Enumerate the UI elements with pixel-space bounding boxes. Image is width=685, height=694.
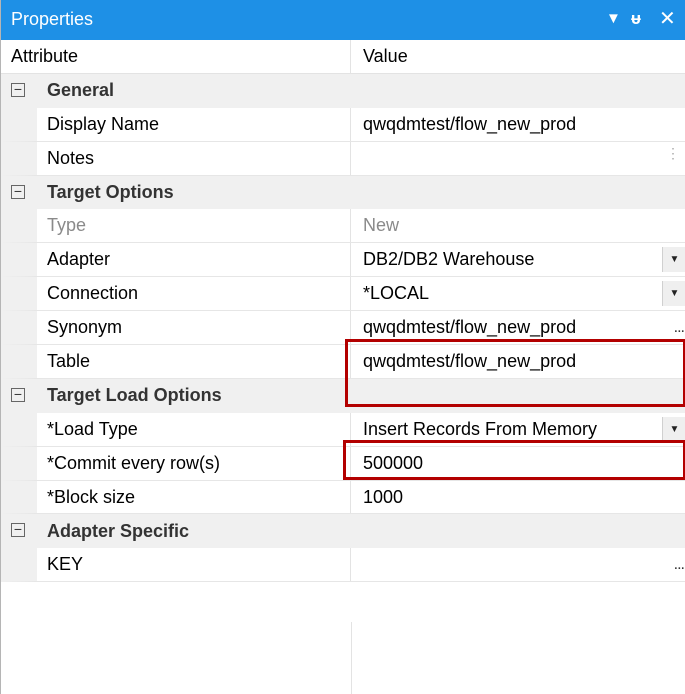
property-row-adapter[interactable]: Adapter DB2/DB2 Warehouse ▼ [1,243,685,278]
column-header-attribute[interactable]: Attribute [1,40,351,73]
property-label: *Load Type [1,412,351,447]
collapse-icon[interactable]: − [11,522,25,538]
load-type-selected-value: Insert Records From Memory [363,418,598,439]
property-label: Display Name [1,107,351,142]
property-grid: Attribute Value − General Display Name q… [1,40,685,583]
property-label: *Block size [1,480,351,515]
load-type-select[interactable]: Insert Records From Memory ▼ [351,413,685,447]
collapse-icon[interactable]: − [11,82,25,97]
property-row-type: Type New [1,209,685,244]
pin-icon[interactable]: ᵾ [631,8,641,30]
grid-empty-area [1,622,685,694]
property-row-block-size[interactable]: *Block size 1000 [1,480,685,515]
commit-rows-input[interactable]: 500000 [351,447,685,481]
table-value[interactable]: qwqdmtest/flow_new_prod [351,345,685,379]
property-row-load-type[interactable]: *Load Type Insert Records From Memory ▼ [1,412,685,447]
adapter-select[interactable]: DB2/DB2 Warehouse ▼ [351,243,685,278]
property-row-connection[interactable]: Connection *LOCAL ▼ [1,277,685,312]
property-row-key[interactable]: KEY ... [1,548,685,583]
group-header: − Target Load Options [1,379,685,413]
block-size-input[interactable]: 1000 [351,481,685,515]
collapse-icon[interactable]: − [11,387,25,402]
panel-titlebar: Properties ▼ ᵾ ✕ [1,0,685,40]
property-label: Type [1,209,351,244]
connection-selected-value: *LOCAL [363,283,430,304]
property-row-synonym[interactable]: Synonym qwqdmtest/flow_new_prod ... [1,311,685,346]
browse-ellipsis-button[interactable]: ... [674,548,685,581]
property-label: Table [1,345,351,379]
notes-value[interactable]: ⋮ [351,142,685,176]
group-adapter-specific[interactable]: − Adapter Specific [1,514,685,549]
connection-select[interactable]: *LOCAL ▼ [351,277,685,312]
property-label: *Commit every row(s) [1,446,351,481]
type-value: New [351,209,685,244]
display-name-value[interactable]: qwqdmtest/flow_new_prod [351,108,685,142]
group-label: Target Options [47,182,174,202]
group-label: Target Load Options [47,385,222,406]
property-row-notes[interactable]: Notes ⋮ [1,141,685,176]
group-header: − General [1,74,685,108]
close-icon[interactable]: ✕ [659,8,676,30]
group-label: Adapter Specific [47,520,190,541]
property-label: Notes [1,141,351,176]
property-row-display-name[interactable]: Display Name qwqdmtest/flow_new_prod [1,107,685,142]
more-options-icon[interactable]: ⋮ [666,146,680,160]
group-header: − Target Options [1,176,685,210]
synonym-value-text: qwqdmtest/flow_new_prod [363,317,577,338]
group-label: General [47,80,115,101]
properties-panel: Properties ▼ ᵾ ✕ Attribute Value − Gener… [0,0,685,694]
property-row-commit-rows[interactable]: *Commit every row(s) 500000 [1,446,685,481]
adapter-selected-value: DB2/DB2 Warehouse [363,249,535,270]
dropdown-arrow-icon[interactable]: ▼ [662,281,685,307]
grid-header-row: Attribute Value [1,40,685,74]
key-value[interactable]: ... [351,548,685,583]
group-general[interactable]: − General [1,73,685,108]
browse-ellipsis-button[interactable]: ... [674,311,685,344]
group-header: − Adapter Specific [1,514,685,548]
dropdown-arrow-icon[interactable]: ▼ [662,416,685,442]
column-header-value[interactable]: Value [351,40,685,73]
dropdown-arrow-icon[interactable]: ▼ [662,247,685,273]
property-label: Synonym [1,311,351,346]
property-label: Connection [1,277,351,312]
group-target-options[interactable]: − Target Options [1,175,685,210]
window-menu-dropdown-icon[interactable]: ▼ [606,8,621,30]
group-target-load-options[interactable]: − Target Load Options [1,378,685,413]
synonym-value[interactable]: qwqdmtest/flow_new_prod ... [351,311,685,346]
panel-title: Properties [11,9,94,29]
column-divider [351,622,352,694]
property-row-table[interactable]: Table qwqdmtest/flow_new_prod [1,345,685,379]
property-label: Adapter [1,243,351,278]
property-label: KEY [1,548,351,583]
collapse-icon[interactable]: − [11,184,25,199]
